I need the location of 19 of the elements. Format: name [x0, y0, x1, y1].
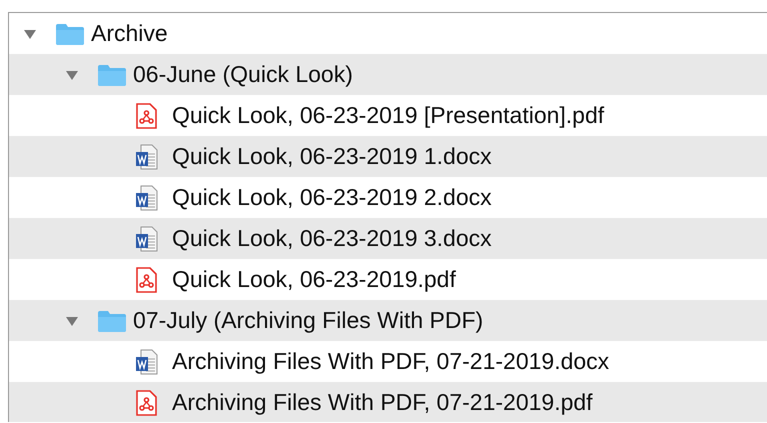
- pdf-file-icon: [135, 266, 157, 292]
- folder-name[interactable]: Archive: [91, 20, 168, 47]
- folder-name[interactable]: 06-June (Quick Look): [133, 61, 353, 88]
- disclosure-triangle-icon[interactable]: [65, 314, 79, 326]
- pdf-file-icon: [135, 102, 157, 128]
- word-document-icon: [135, 144, 159, 170]
- word-document-icon: [135, 226, 159, 252]
- folder-icon: [97, 308, 127, 332]
- word-document-icon: [135, 184, 159, 210]
- file-name[interactable]: Quick Look, 06-23-2019.pdf: [172, 266, 456, 293]
- file-name[interactable]: Quick Look, 06-23-2019 [Presentation].pdf: [172, 102, 604, 129]
- folder-icon: [55, 22, 85, 46]
- pdf-file-icon: [135, 390, 157, 416]
- word-document-icon: [135, 348, 159, 374]
- folder-icon: [97, 62, 127, 86]
- disclosure-triangle-icon[interactable]: [23, 28, 37, 40]
- file-name[interactable]: Quick Look, 06-23-2019 2.docx: [172, 184, 492, 211]
- file-name[interactable]: Archiving Files With PDF, 07-21-2019.docx: [172, 348, 610, 375]
- disclosure-triangle-icon[interactable]: [65, 68, 79, 80]
